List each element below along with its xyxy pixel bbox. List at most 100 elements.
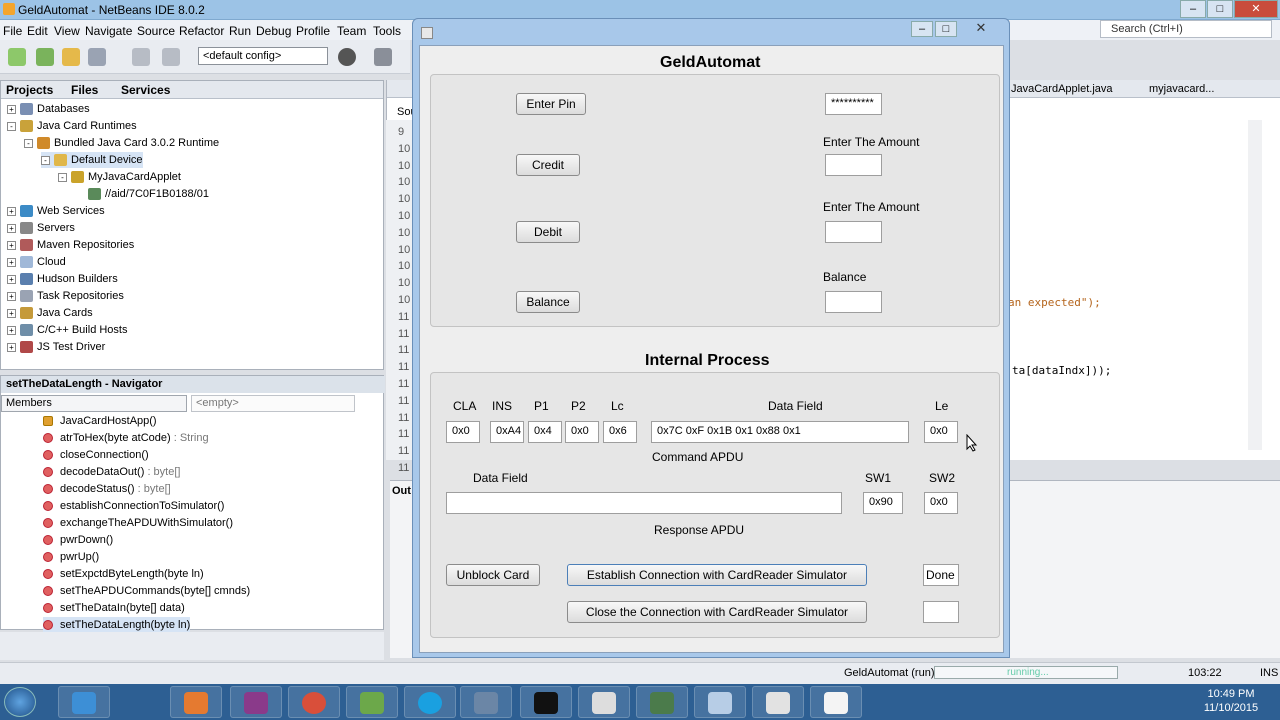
search-input[interactable]: Search (Ctrl+I): [1100, 20, 1272, 38]
taskbar-folder[interactable]: [752, 686, 804, 718]
members-combo[interactable]: Members: [1, 395, 187, 412]
navigator-member[interactable]: pwrUp(): [43, 549, 99, 566]
debit-amount-field[interactable]: [825, 221, 882, 243]
close-connection-button[interactable]: Close the Connection with CardReader Sim…: [567, 601, 867, 623]
start-button[interactable]: [4, 687, 36, 717]
close-icon[interactable]: ✕: [961, 21, 1001, 37]
sw2-field[interactable]: 0x0: [924, 492, 958, 514]
taskbar-people[interactable]: [346, 686, 398, 718]
expand-icon[interactable]: +: [7, 223, 16, 233]
p1-field[interactable]: 0x4: [528, 421, 562, 443]
collapse-icon[interactable]: -: [24, 138, 33, 148]
menu-edit[interactable]: Edit: [27, 24, 48, 38]
open-project-icon[interactable]: [62, 48, 80, 66]
taskbar-media[interactable]: [170, 686, 222, 718]
taskbar-ie[interactable]: [58, 686, 110, 718]
collapse-icon[interactable]: -: [58, 172, 67, 182]
p2-field[interactable]: 0x0: [565, 421, 599, 443]
undo-icon[interactable]: [132, 48, 150, 66]
menu-view[interactable]: View: [54, 24, 80, 38]
expand-icon[interactable]: +: [7, 274, 16, 284]
response-data-field[interactable]: [446, 492, 842, 514]
balance-field[interactable]: [825, 291, 882, 313]
ins-field[interactable]: 0xA4: [490, 421, 524, 443]
sw1-field[interactable]: 0x90: [863, 492, 903, 514]
tree-item[interactable]: + Task Repositories: [7, 288, 124, 304]
tree-item[interactable]: - Java Card Runtimes: [7, 118, 137, 134]
taskbar-monitor[interactable]: [636, 686, 688, 718]
credit-button[interactable]: Credit: [516, 154, 580, 176]
tree-item[interactable]: + Hudson Builders: [7, 271, 118, 287]
new-project-icon[interactable]: [36, 48, 54, 66]
tree-item[interactable]: + Cloud: [7, 254, 66, 270]
taskbar-skype[interactable]: [404, 686, 456, 718]
tree-item[interactable]: - Bundled Java Card 3.0.2 Runtime: [24, 135, 219, 151]
credit-amount-field[interactable]: [825, 154, 882, 176]
tab-projects[interactable]: Projects: [6, 83, 53, 97]
cla-field[interactable]: 0x0: [446, 421, 480, 443]
menu-team[interactable]: Team: [337, 24, 366, 38]
taskbar-pdf[interactable]: [230, 686, 282, 718]
tree-item[interactable]: - MyJavaCardApplet: [58, 169, 181, 185]
editor-tab-myjavacard[interactable]: myjavacard...: [1149, 83, 1214, 95]
balance-button[interactable]: Balance: [516, 291, 580, 313]
expand-icon[interactable]: +: [7, 325, 16, 335]
navigator-member[interactable]: establishConnectionToSimulator(): [43, 498, 224, 515]
navigator-member[interactable]: decodeDataOut() : byte[]: [43, 464, 180, 481]
menu-source[interactable]: Source: [137, 24, 175, 38]
tree-item[interactable]: - Default Device: [41, 152, 143, 168]
tab-services[interactable]: Services: [121, 83, 170, 97]
editor-scrollbar[interactable]: [1248, 120, 1262, 450]
system-clock[interactable]: 10:49 PM 11/10/2015: [1200, 687, 1262, 715]
tab-files[interactable]: Files: [71, 83, 98, 97]
menu-run[interactable]: Run: [229, 24, 251, 38]
redo-icon[interactable]: [162, 48, 180, 66]
navigator-member[interactable]: exchangeTheAPDUWithSimulator(): [43, 515, 233, 532]
menu-profile[interactable]: Profile: [296, 24, 330, 38]
new-file-icon[interactable]: [8, 48, 26, 66]
navigator-member[interactable]: setExpctdByteLength(byte ln): [43, 566, 204, 583]
debit-button[interactable]: Debit: [516, 221, 580, 243]
tree-item[interactable]: + Java Cards: [7, 305, 93, 321]
tree-item[interactable]: + Databases: [7, 101, 90, 117]
pin-field[interactable]: **********: [825, 93, 882, 115]
menu-tools[interactable]: Tools: [373, 24, 401, 38]
collapse-icon[interactable]: -: [41, 155, 50, 165]
menu-file[interactable]: File: [3, 24, 22, 38]
navigator-member[interactable]: setTheDataIn(byte[] data): [43, 600, 185, 617]
config-select[interactable]: <default config>: [198, 47, 328, 65]
enter-pin-button[interactable]: Enter Pin: [516, 93, 586, 115]
expand-icon[interactable]: +: [7, 206, 16, 216]
command-data-field[interactable]: 0x7C 0xF 0x1B 0x1 0x88 0x1: [651, 421, 909, 443]
taskbar-chrome[interactable]: [288, 686, 340, 718]
expand-icon[interactable]: +: [7, 257, 16, 267]
tree-item[interactable]: + Servers: [7, 220, 75, 236]
navigator-member[interactable]: setTheAPDUCommands(byte[] cmnds): [43, 583, 250, 600]
save-all-icon[interactable]: [88, 48, 106, 66]
taskbar-java[interactable]: [810, 686, 862, 718]
navigator-filter[interactable]: <empty>: [191, 395, 355, 412]
expand-icon[interactable]: +: [7, 291, 16, 301]
establish-connection-button[interactable]: Establish Connection with CardReader Sim…: [567, 564, 867, 586]
menu-navigate[interactable]: Navigate: [85, 24, 132, 38]
navigator-member[interactable]: pwrDown(): [43, 532, 113, 549]
minimize-icon[interactable]: –: [911, 21, 933, 37]
taskbar-tex[interactable]: [578, 686, 630, 718]
output-tab[interactable]: Out: [392, 485, 411, 497]
taskbar-network[interactable]: [460, 686, 512, 718]
maximize-icon[interactable]: □: [935, 21, 957, 37]
build-icon[interactable]: [374, 48, 392, 66]
expand-icon[interactable]: +: [7, 308, 16, 318]
close-icon[interactable]: ✕: [1234, 0, 1278, 18]
expand-icon[interactable]: +: [7, 342, 16, 352]
taskbar-box[interactable]: [694, 686, 746, 718]
taskbar-cmd[interactable]: [520, 686, 572, 718]
expand-icon[interactable]: +: [7, 240, 16, 250]
tree-item[interactable]: + JS Test Driver: [7, 339, 105, 355]
editor-tab-applet[interactable]: JavaCardApplet.java: [1011, 83, 1113, 95]
navigator-member[interactable]: JavaCardHostApp(): [43, 413, 157, 430]
maximize-icon[interactable]: □: [1207, 0, 1233, 18]
navigator-member[interactable]: atrToHex(byte atCode) : String: [43, 430, 209, 447]
navigator-member[interactable]: closeConnection(): [43, 447, 149, 464]
tree-item[interactable]: + C/C++ Build Hosts: [7, 322, 127, 338]
